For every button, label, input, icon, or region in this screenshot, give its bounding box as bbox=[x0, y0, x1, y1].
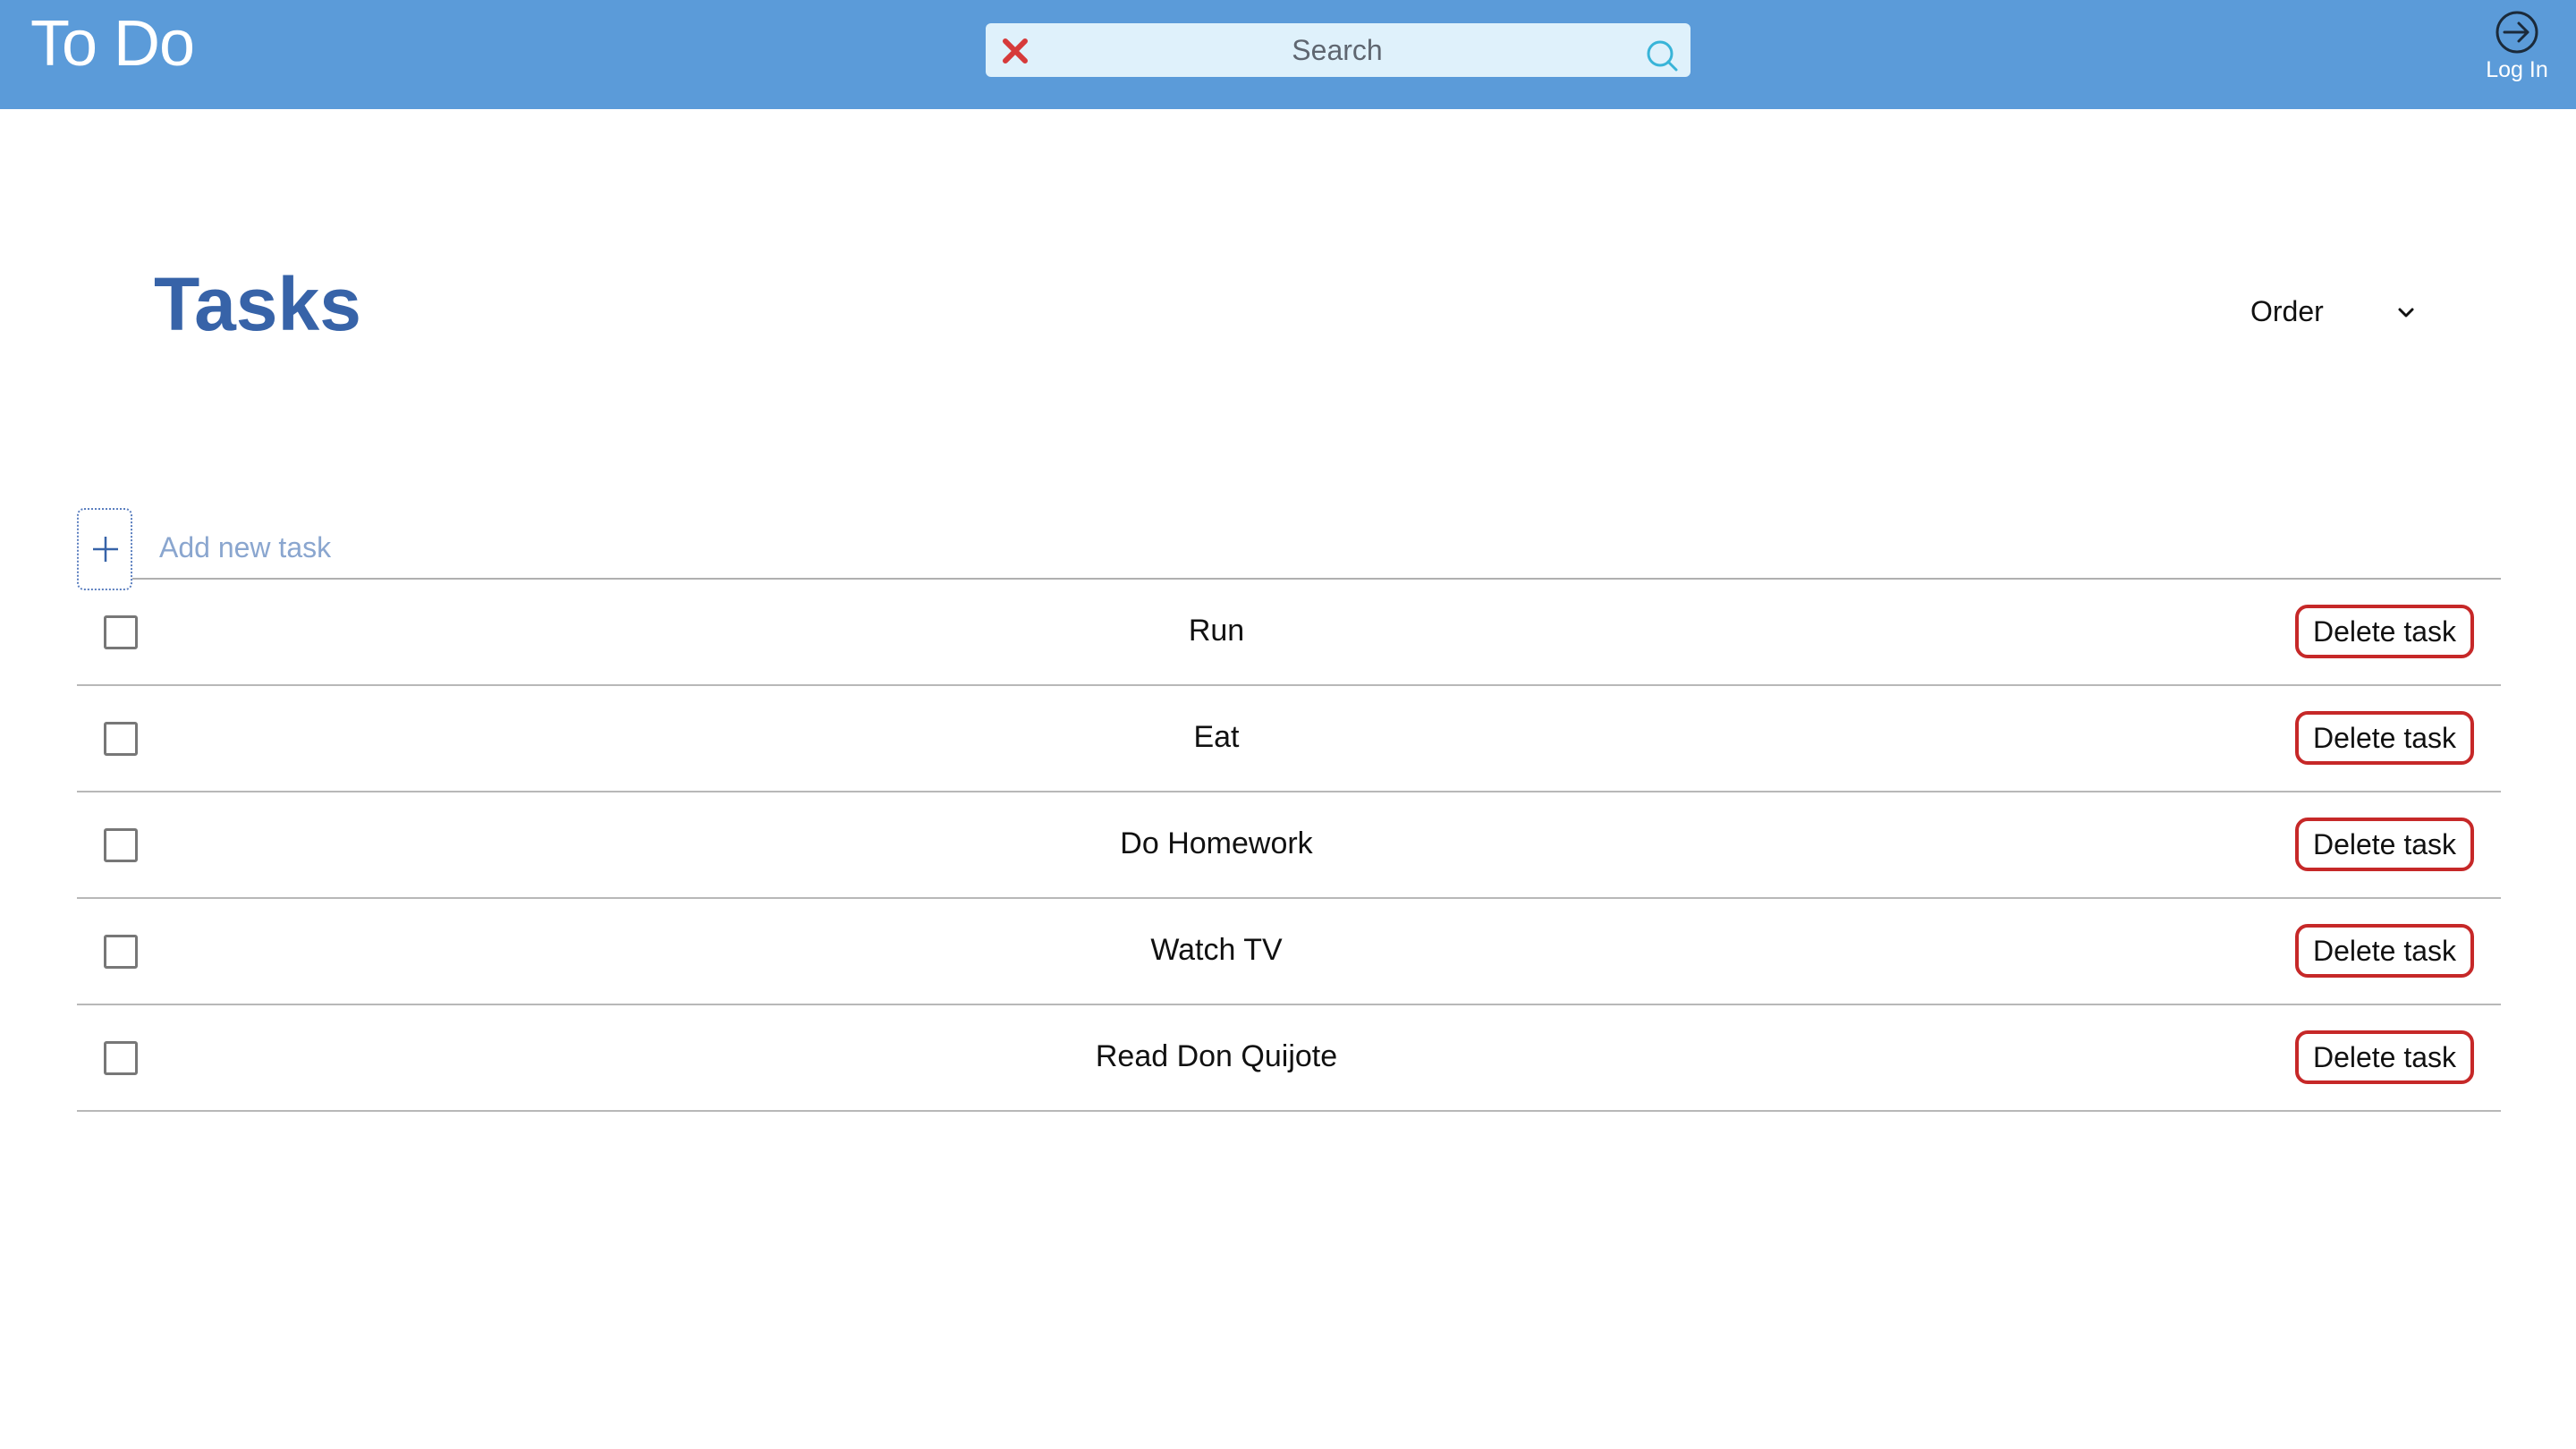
task-name: Do Homework bbox=[1120, 826, 1313, 860]
search-input[interactable] bbox=[1039, 23, 1635, 77]
task-row: Do Homework Delete task bbox=[77, 792, 2501, 899]
search-bar bbox=[986, 23, 1690, 77]
add-task-row bbox=[77, 506, 2501, 590]
delete-task-button[interactable]: Delete task bbox=[2295, 711, 2474, 765]
login-label: Log In bbox=[2486, 57, 2548, 82]
task-name: Watch TV bbox=[1150, 933, 1283, 967]
task-row: Eat Delete task bbox=[77, 686, 2501, 792]
task-row: Read Don Quijote Delete task bbox=[77, 1005, 2501, 1112]
task-row: Run Delete task bbox=[77, 580, 2501, 686]
login-icon bbox=[2479, 9, 2555, 55]
plus-icon bbox=[93, 537, 118, 562]
add-task-input[interactable] bbox=[159, 522, 1233, 572]
login-button[interactable]: Log In bbox=[2479, 9, 2555, 89]
search-icon[interactable] bbox=[1644, 38, 1680, 73]
page-title: Tasks bbox=[154, 262, 361, 346]
add-task-button[interactable] bbox=[77, 508, 132, 590]
order-dropdown[interactable]: Order bbox=[2236, 292, 2424, 335]
task-name: Read Don Quijote bbox=[1095, 1039, 1338, 1073]
delete-task-button[interactable]: Delete task bbox=[2295, 924, 2474, 978]
delete-task-button[interactable]: Delete task bbox=[2295, 1030, 2474, 1084]
close-icon[interactable] bbox=[998, 34, 1032, 68]
task-name: Eat bbox=[1193, 720, 1240, 754]
task-list: Run Delete task Eat Delete task Do Homew… bbox=[77, 580, 2501, 1112]
app-header: To Do Log In bbox=[0, 0, 2576, 109]
app-title: To Do bbox=[30, 8, 195, 80]
delete-task-button[interactable]: Delete task bbox=[2295, 818, 2474, 871]
task-name: Run bbox=[1188, 614, 1245, 648]
chevron-down-icon bbox=[2395, 302, 2417, 324]
delete-task-button[interactable]: Delete task bbox=[2295, 605, 2474, 658]
task-row: Watch TV Delete task bbox=[77, 899, 2501, 1005]
order-label: Order bbox=[2250, 295, 2324, 327]
